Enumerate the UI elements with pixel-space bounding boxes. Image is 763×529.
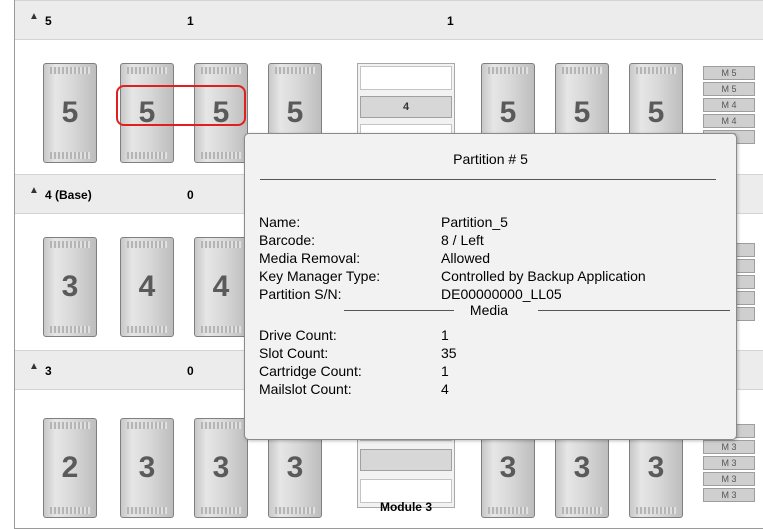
field-label: Slot Count: xyxy=(259,345,329,361)
mailslot[interactable]: M 5 xyxy=(703,66,755,80)
field-label: Partition S/N: xyxy=(259,286,342,302)
field-label: Mailslot Count: xyxy=(259,381,352,397)
field-value: 4 xyxy=(441,381,449,397)
cartridge[interactable]: 3 xyxy=(120,418,174,518)
module-header-5[interactable]: ▲ 5 1 1 xyxy=(15,0,763,40)
field-label: Cartridge Count: xyxy=(259,363,362,379)
collapse-triangle-icon[interactable]: ▲ xyxy=(29,361,39,372)
field-value: 35 xyxy=(441,345,457,361)
field-value: Partition_5 xyxy=(441,214,508,230)
field-value: 1 xyxy=(441,363,449,379)
field-value: 1 xyxy=(441,327,449,343)
cartridge[interactable]: 3 xyxy=(194,418,248,518)
drive-status xyxy=(360,449,452,471)
cartridge[interactable]: 4 xyxy=(120,237,174,337)
field-label: Key Manager Type: xyxy=(259,268,381,284)
module-label: 5 xyxy=(45,14,52,28)
mailslot[interactable]: M 3 xyxy=(703,456,755,470)
mailslot[interactable]: M 4 xyxy=(703,98,755,112)
module-col2: 0 xyxy=(187,364,194,378)
media-section-divider: Media xyxy=(259,302,730,319)
tooltip-title: Partition # 5 xyxy=(453,151,528,167)
cartridge[interactable]: 3 xyxy=(43,237,97,337)
field-value: Controlled by Backup Application xyxy=(441,268,646,284)
field-value: Allowed xyxy=(441,250,491,266)
field-row: Key Manager Type: Controlled by Backup A… xyxy=(259,268,729,285)
field-label: Media Removal: xyxy=(259,250,361,266)
collapse-triangle-icon[interactable]: ▲ xyxy=(29,11,39,22)
mailslot[interactable]: M 4 xyxy=(703,114,755,128)
partition-tooltip: Partition # 5 Name: Partition_5 Barcode:… xyxy=(244,133,737,440)
mailslot[interactable]: M 3 xyxy=(703,440,755,454)
mailslot[interactable]: M 3 xyxy=(703,472,755,486)
cartridge[interactable]: 4 xyxy=(194,237,248,337)
module-label: 3 xyxy=(45,364,52,378)
field-row: Partition S/N: DE00000000_LL05 xyxy=(259,286,729,303)
mailslot[interactable]: M 5 xyxy=(703,82,755,96)
selection-highlight xyxy=(116,85,246,126)
media-field-row: Drive Count: 1 xyxy=(259,327,729,344)
mailslot[interactable]: M 3 xyxy=(703,488,755,502)
library-view: ▲ 5 1 1 5 5 5 5 4 5 5 5 M 5 M 5 M 4 M 4 … xyxy=(14,0,763,529)
media-field-row: Cartridge Count: 1 xyxy=(259,363,729,380)
divider-line xyxy=(538,310,730,311)
module-col2: 1 xyxy=(187,14,194,28)
media-field-row: Slot Count: 35 xyxy=(259,345,729,362)
field-label: Name: xyxy=(259,214,301,230)
field-value: 8 / Left xyxy=(441,232,484,248)
field-row: Name: Partition_5 xyxy=(259,214,729,231)
field-row: Media Removal: Allowed xyxy=(259,250,729,267)
module-label: 4 (Base) xyxy=(45,188,92,202)
field-label: Drive Count: xyxy=(259,327,337,343)
field-row: Barcode: 8 / Left xyxy=(259,232,729,249)
field-label: Barcode: xyxy=(259,232,316,248)
cartridge[interactable]: 5 xyxy=(43,63,97,163)
cartridge[interactable]: 2 xyxy=(43,418,97,518)
collapse-triangle-icon[interactable]: ▲ xyxy=(29,185,39,196)
module-col2: 0 xyxy=(187,188,194,202)
tooltip-divider xyxy=(260,179,716,180)
media-field-row: Mailslot Count: 4 xyxy=(259,381,729,398)
field-value: DE00000000_LL05 xyxy=(441,286,562,302)
module-col3: 1 xyxy=(447,14,454,28)
drive-label: 4 xyxy=(360,96,452,118)
module-footer-label: Module 3 xyxy=(379,500,432,514)
drive-slot xyxy=(360,66,452,90)
